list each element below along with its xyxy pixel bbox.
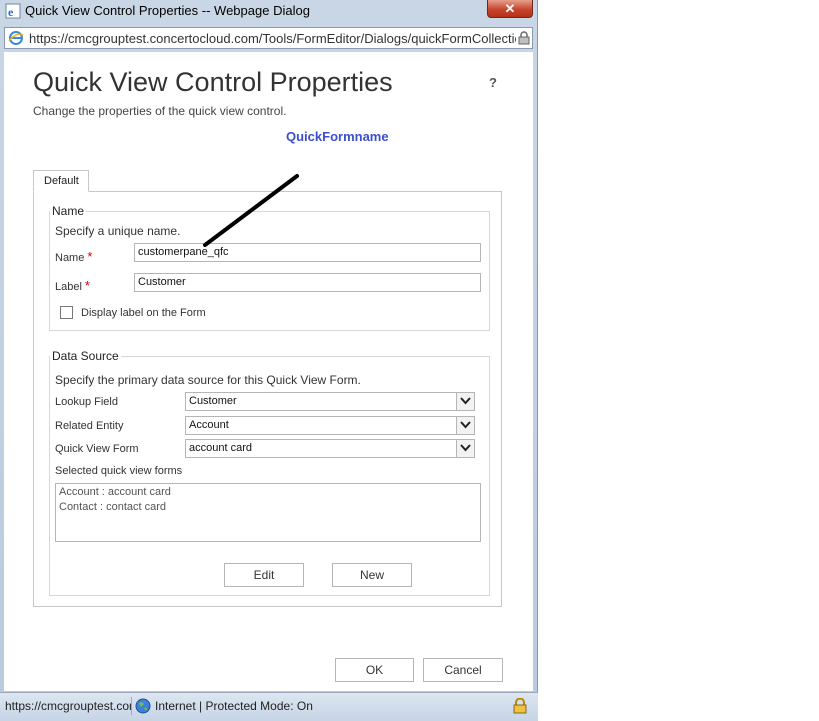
name-field[interactable]: customerpane_qfc [134,243,481,262]
label-field-label: Label * [55,278,90,293]
cancel-button[interactable]: Cancel [423,658,503,682]
address-bar[interactable]: https://cmcgrouptest.concertocloud.com/T… [4,27,533,49]
required-mark: * [84,278,90,293]
lookup-field-label: Lookup Field [55,396,118,408]
quick-view-form-label: Quick View Form [55,443,139,455]
svg-text:e: e [8,5,14,19]
window-title: Quick View Control Properties -- Webpage… [25,3,310,18]
dialog-window: e Quick View Control Properties -- Webpa… [0,0,538,721]
selected-forms-label: Selected quick view forms [55,465,183,477]
address-url: https://cmcgrouptest.concertocloud.com/T… [29,31,516,46]
quick-view-form-select[interactable]: account card [185,439,475,458]
dialog-content: Quick View Control Properties ? Change t… [4,52,533,691]
related-entity-label: Related Entity [55,420,124,432]
lookup-field-select[interactable]: Customer [185,392,475,411]
label-field[interactable]: Customer [134,273,481,292]
close-button[interactable]: ✕ [487,0,533,18]
page-title: Quick View Control Properties [33,67,393,97]
related-entity-select[interactable]: Account [185,416,475,435]
page-subtitle: Change the properties of the quick view … [33,104,287,118]
ie-page-icon: e [5,3,21,19]
data-source-instruction: Specify the primary data source for this… [55,373,361,387]
chevron-down-icon [460,421,471,429]
display-label-text: Display label on the Form [81,307,206,319]
selected-forms-list[interactable]: Account : account card Contact : contact… [55,483,481,542]
globe-icon [135,698,151,714]
name-field-label: Name * [55,249,93,264]
status-bar: https://cmcgrouptest.concertocloud.com I… [0,692,538,721]
tab-default[interactable]: Default [33,170,89,192]
new-button[interactable]: New [332,563,412,587]
security-zone: Internet | Protected Mode: On [155,699,313,713]
list-item[interactable]: Contact : contact card [59,501,477,516]
ok-button[interactable]: OK [335,658,414,682]
display-label-checkbox[interactable] [60,306,73,319]
chevron-down-icon [460,397,471,405]
status-url: https://cmcgrouptest.concertocloud.com [5,699,131,713]
quickform-name: QuickFormname [286,129,389,144]
edit-button[interactable]: Edit [224,563,304,587]
help-button[interactable]: ? [489,75,497,90]
chevron-down-icon [460,444,471,452]
lock-icon[interactable] [513,698,527,714]
name-instruction: Specify a unique name. [55,224,181,238]
list-item[interactable]: Account : account card [59,486,477,501]
lock-icon[interactable] [518,31,530,45]
title-bar[interactable]: e Quick View Control Properties -- Webpa… [0,0,538,24]
name-section-legend: Name [52,204,85,218]
status-divider [131,697,132,715]
data-source-legend: Data Source [52,349,119,363]
required-mark: * [87,249,93,264]
ie-icon [8,31,24,45]
